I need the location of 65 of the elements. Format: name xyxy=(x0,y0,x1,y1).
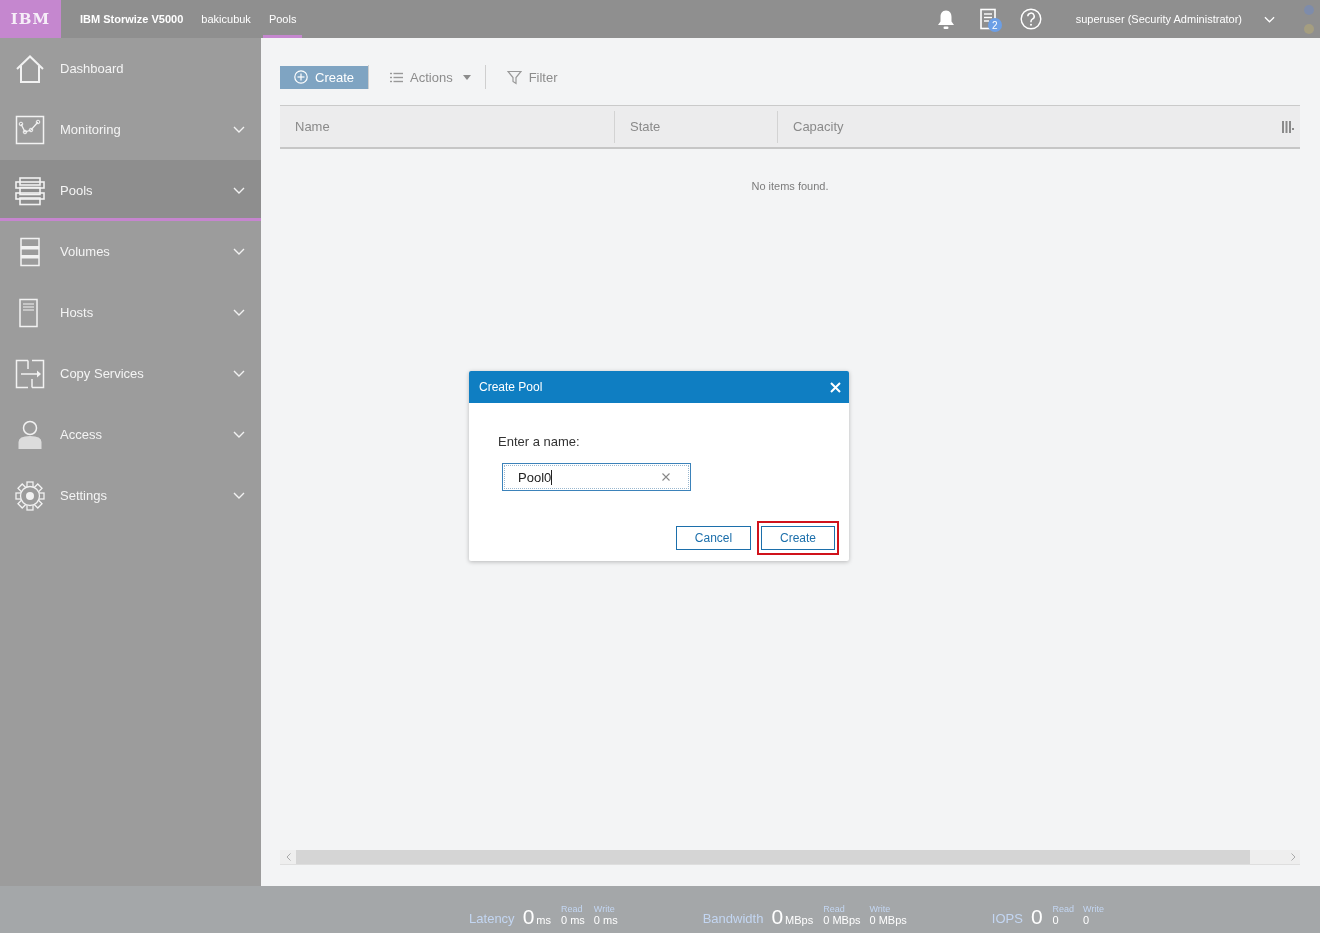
metric-value: 0 xyxy=(522,906,535,928)
funnel-icon xyxy=(506,69,522,85)
indicator-dot-icon xyxy=(1304,4,1314,15)
chart-icon xyxy=(15,114,45,145)
metric-label: Bandwidth xyxy=(702,911,764,928)
write-label: Write xyxy=(869,904,892,914)
create-button[interactable]: Create xyxy=(280,65,368,89)
user-menu[interactable]: superuser (Security Administrator) xyxy=(1075,13,1242,25)
read-label: Read xyxy=(561,904,584,914)
create-button[interactable]: Create xyxy=(761,526,835,550)
copy-arrow-icon xyxy=(15,358,45,389)
gear-icon xyxy=(15,480,45,511)
notification-badge: 2 xyxy=(987,18,1002,32)
sidebar-item[interactable]: Dashboard xyxy=(0,38,261,99)
sidebar-item[interactable]: Access xyxy=(0,404,261,465)
column-settings-icon[interactable] xyxy=(1282,120,1294,133)
text-cursor-icon xyxy=(551,469,553,485)
read-label: Read xyxy=(823,904,846,914)
sidebar-item[interactable]: Pools xyxy=(0,160,261,221)
house-icon xyxy=(15,53,45,84)
caret-down-icon xyxy=(462,74,471,80)
horizontal-scrollbar[interactable] xyxy=(280,850,1300,865)
write-value: 0 MBps xyxy=(869,914,907,926)
plus-circle-icon xyxy=(294,70,308,84)
logo: IBM xyxy=(0,0,61,38)
sidebar-item[interactable]: Settings xyxy=(0,465,261,526)
write-label: Write xyxy=(1083,904,1104,914)
write-label: Write xyxy=(593,904,616,914)
header-nav-link[interactable]: bakicubuk xyxy=(195,0,257,38)
sidebar-item[interactable]: Monitoring xyxy=(0,99,261,160)
field-label: Enter a name: xyxy=(498,434,580,449)
empty-table-message: No items found. xyxy=(751,180,829,192)
filter-button[interactable]: Filter xyxy=(506,69,558,85)
name-input-field[interactable]: Pool0 xyxy=(502,463,691,491)
column-header[interactable]: Name xyxy=(280,110,614,143)
column-header[interactable]: State xyxy=(614,110,777,143)
clear-icon[interactable] xyxy=(662,473,670,481)
sidebar-item[interactable]: Hosts xyxy=(0,282,261,343)
header-nav-link[interactable]: IBM Storwize V5000 xyxy=(74,0,190,38)
dialog-title: Create Pool xyxy=(479,380,543,394)
read-value: 0 ms xyxy=(561,914,585,926)
chevron-right-icon[interactable] xyxy=(1291,853,1296,861)
cancel-button[interactable]: Cancel xyxy=(676,526,751,550)
sidebar-item[interactable]: Copy Services xyxy=(0,343,261,404)
bell-icon[interactable] xyxy=(935,8,956,30)
actions-menu-button[interactable]: Actions xyxy=(390,69,471,85)
close-icon[interactable] xyxy=(830,381,841,393)
read-value: 0 MBps xyxy=(823,914,861,926)
write-value: 0 ms xyxy=(593,914,618,926)
clipboard-icon[interactable] xyxy=(978,8,999,30)
metric-label: IOPS xyxy=(991,911,1023,928)
metric-label: Latency xyxy=(469,911,515,928)
read-label: Read xyxy=(1052,904,1075,914)
chevron-down-icon[interactable] xyxy=(1264,15,1275,23)
metric-unit: MBps xyxy=(785,914,814,928)
metric-unit: ms xyxy=(536,914,551,928)
chevron-left-icon[interactable] xyxy=(285,853,291,861)
metric-value: 0 xyxy=(1030,906,1043,928)
write-value: 0 xyxy=(1083,914,1091,926)
metric-value: 0 xyxy=(771,906,784,928)
stacked-disks-icon xyxy=(15,175,45,206)
sidebar-item[interactable]: Volumes xyxy=(0,221,261,282)
read-value: 0 xyxy=(1052,914,1060,926)
list-icon xyxy=(390,71,403,83)
help-icon[interactable] xyxy=(1019,8,1042,30)
